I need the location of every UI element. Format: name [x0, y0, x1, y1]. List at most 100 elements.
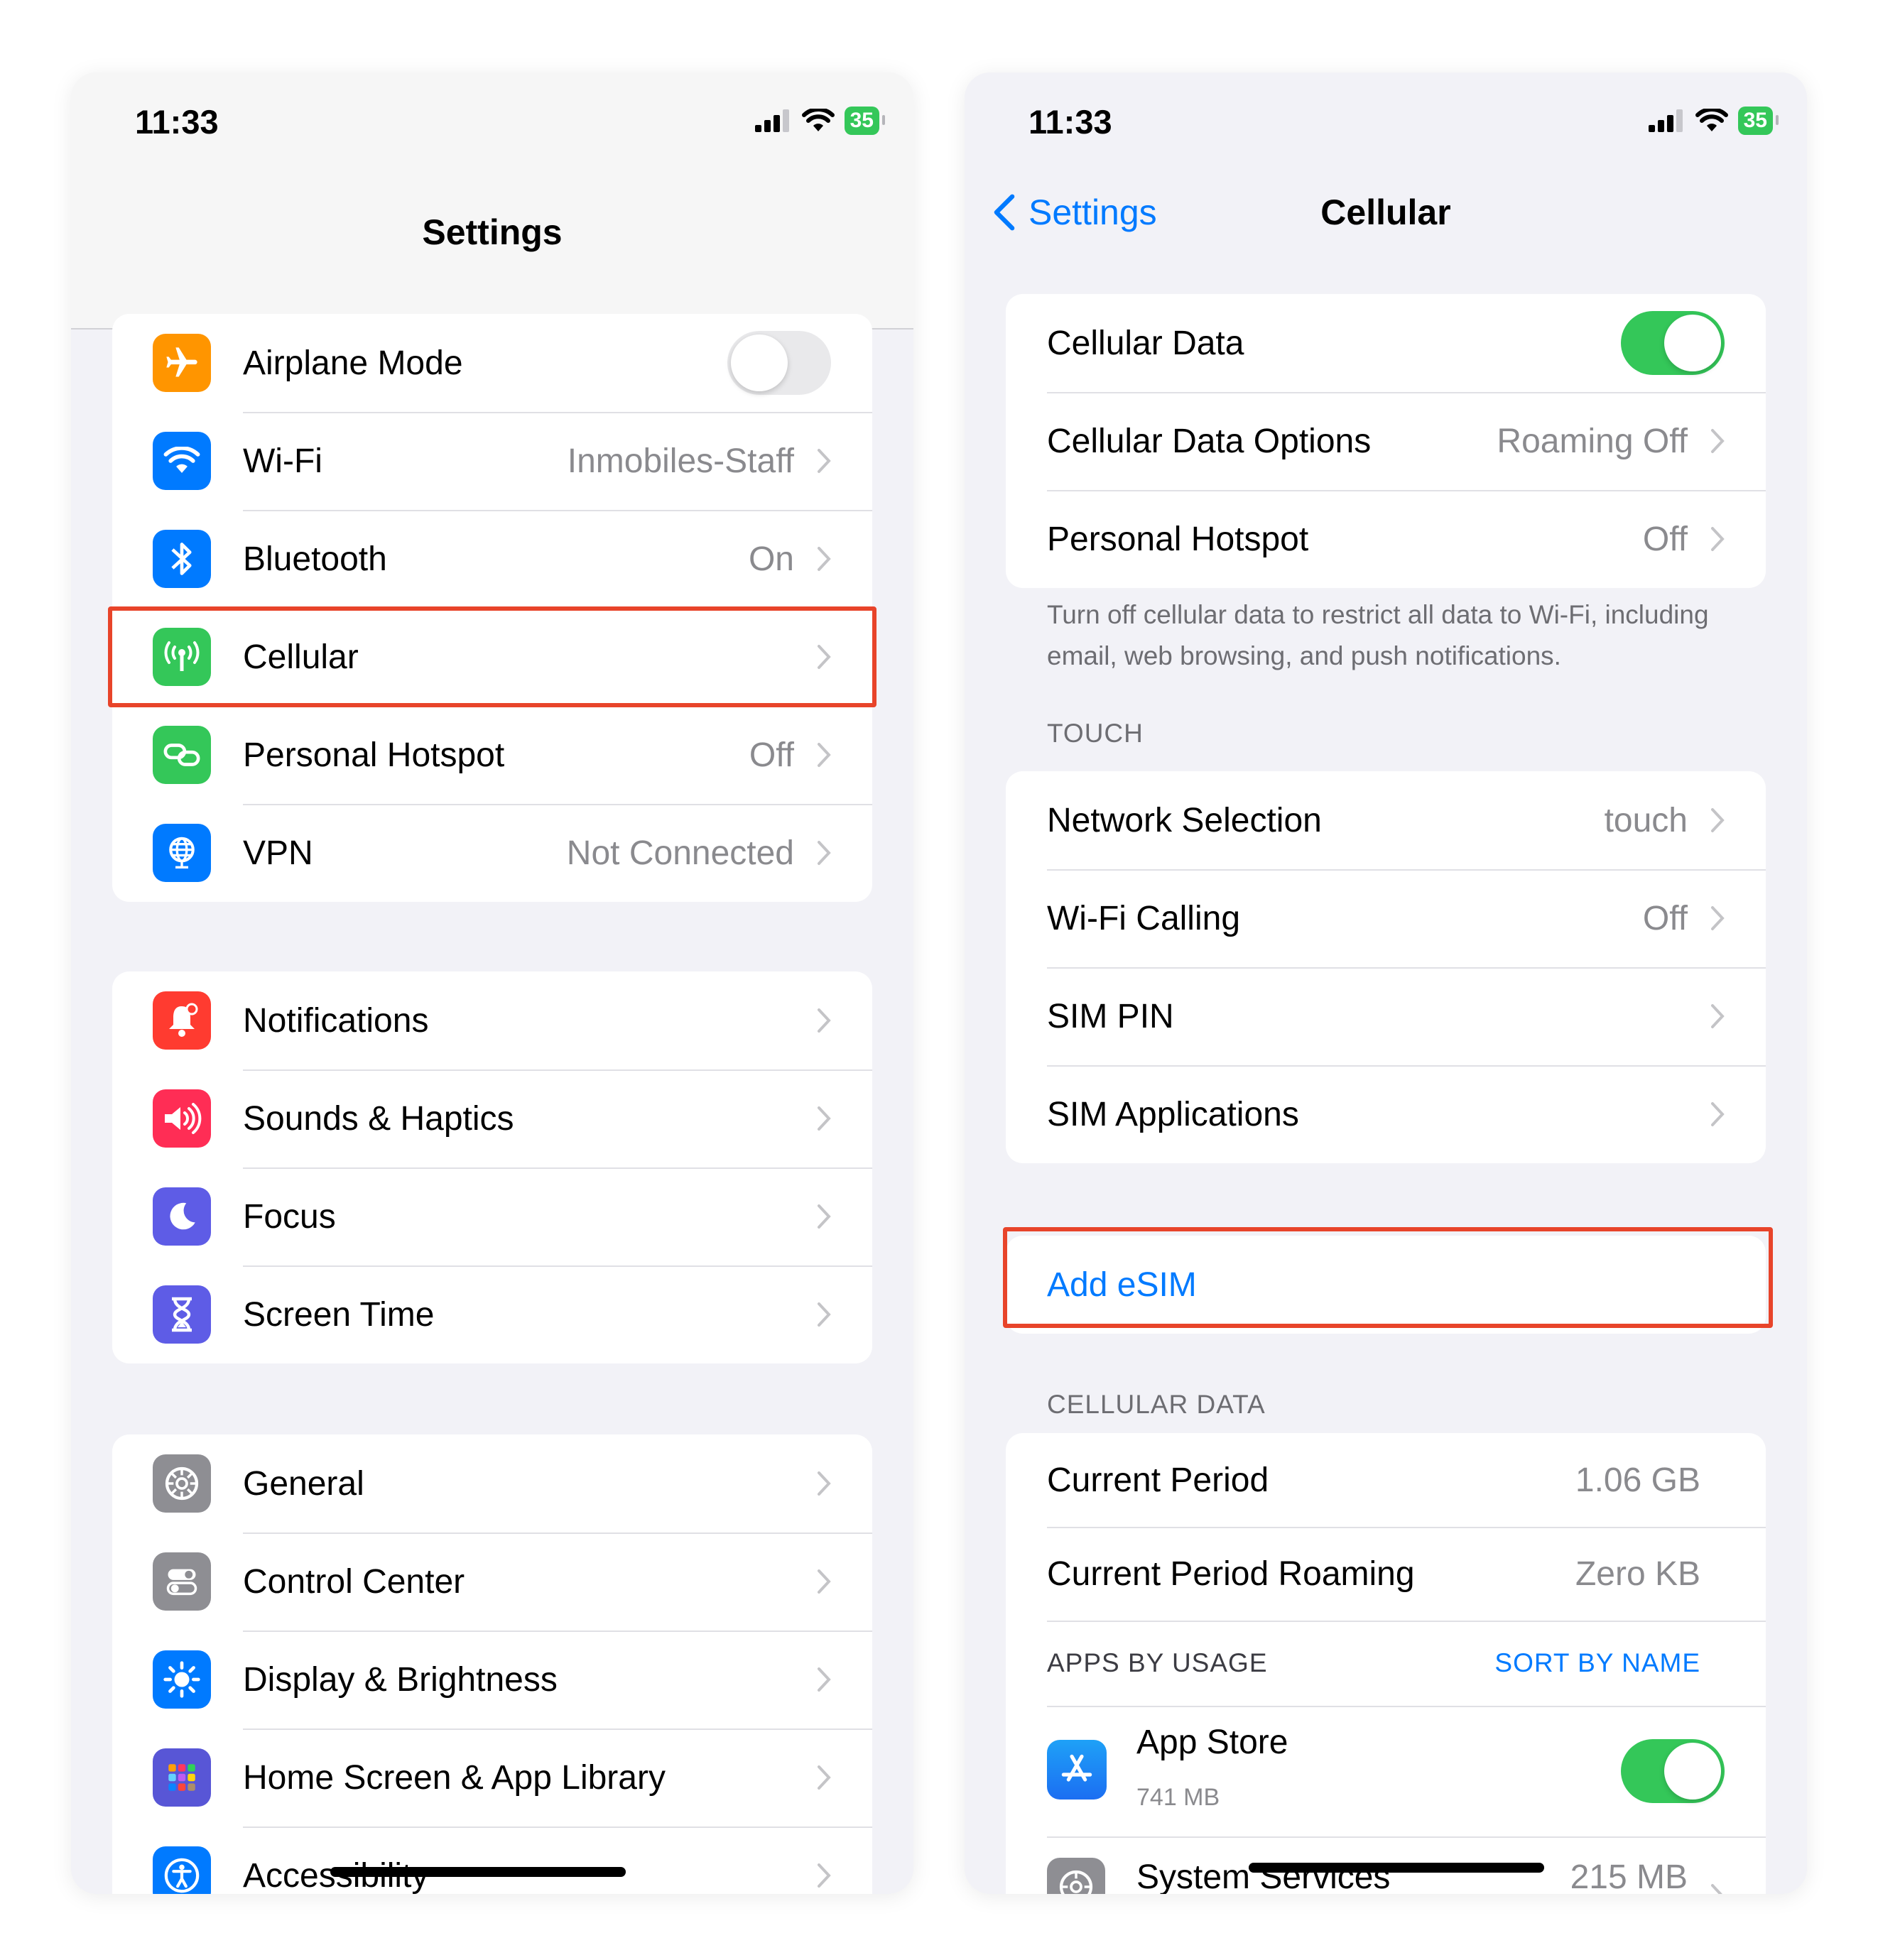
cellular-data-group: Cellular Data Cellular Data Options Roam…: [1006, 294, 1766, 588]
row-label: Notifications: [243, 1001, 429, 1040]
status-bar: 11:33 35: [71, 72, 913, 172]
toggle-knob: [1664, 315, 1721, 371]
chevron-right-icon: [818, 1008, 831, 1033]
row-label: Personal Hotspot: [243, 736, 505, 774]
row-label: Network Selection: [1047, 801, 1322, 839]
personal-hotspot-row[interactable]: Personal Hotspot Off: [112, 706, 872, 804]
chevron-right-icon: [1711, 808, 1725, 832]
gear-icon: [1047, 1858, 1105, 1894]
row-label: Cellular Data: [1047, 324, 1244, 362]
cellular-data-footnote: Turn off cellular data to restrict all d…: [1047, 600, 1709, 670]
row-label: Cellular Data Options: [1047, 422, 1372, 460]
row-label: Screen Time: [243, 1295, 435, 1334]
status-icons: 35: [1648, 107, 1779, 135]
signal-icon: [754, 109, 789, 132]
row-label: Personal Hotspot: [1047, 520, 1309, 558]
usage-group: Current Period 1.06 GB Current Period Ro…: [1006, 1433, 1766, 1894]
chevron-right-icon: [1711, 1004, 1725, 1028]
chevron-right-icon: [1711, 1884, 1722, 1894]
row-label: Bluetooth: [243, 540, 387, 578]
chevron-right-icon: [818, 1667, 831, 1692]
app-store-cellular-toggle[interactable]: [1621, 1739, 1725, 1803]
sounds-haptics-row[interactable]: Sounds & Haptics: [112, 1069, 872, 1167]
control-center-row[interactable]: Control Center: [112, 1532, 872, 1630]
current-period-roaming-row: Current Period Roaming Zero KB: [1006, 1527, 1766, 1621]
settings-screen: 11:33 35 Settings Airplane Mode Wi-Fi In…: [71, 72, 913, 1894]
wifi-status-icon: [801, 109, 835, 131]
screen-time-row[interactable]: Screen Time: [112, 1265, 872, 1363]
general-row[interactable]: General: [112, 1434, 872, 1532]
add-esim-button[interactable]: Add eSIM: [1047, 1265, 1197, 1305]
general-group: General Control Center Display & Brightn…: [112, 1434, 872, 1894]
chevron-right-icon: [818, 645, 831, 669]
row-label: Focus: [243, 1197, 336, 1236]
row-label: Wi-Fi: [243, 442, 322, 480]
focus-row[interactable]: Focus: [112, 1167, 872, 1265]
notifications-group: Notifications Sounds & Haptics Focus Scr…: [112, 971, 872, 1363]
app-data-size: 215 MB: [1570, 1858, 1688, 1894]
battery-indicator: 35: [844, 107, 886, 135]
battery-indicator: 35: [1737, 107, 1779, 135]
cellular-row[interactable]: Cellular: [112, 608, 872, 706]
status-bar: 11:33 35: [965, 72, 1807, 172]
row-label: Control Center: [243, 1562, 465, 1601]
row-label: Display & Brightness: [243, 1660, 558, 1699]
cellular-data-row: Cellular Data: [1006, 294, 1766, 392]
sort-by-name-button[interactable]: SORT BY NAME: [1494, 1648, 1700, 1678]
home-indicator: [330, 1867, 626, 1877]
row-label: Airplane Mode: [243, 344, 463, 382]
row-value: 1.06 GB: [1575, 1461, 1700, 1499]
row-label: Home Screen & App Library: [243, 1758, 666, 1797]
display-brightness-row[interactable]: Display & Brightness: [112, 1630, 872, 1728]
bluetooth-row[interactable]: Bluetooth On: [112, 510, 872, 608]
airplane-mode-toggle[interactable]: [727, 331, 831, 395]
row-value: Off: [1642, 899, 1688, 937]
carrier-section-header: TOUCH: [1047, 719, 1144, 748]
chevron-right-icon: [1711, 1102, 1725, 1126]
row-value: On: [748, 540, 794, 578]
bluetooth-icon: [153, 530, 211, 588]
row-value: Roaming Off: [1497, 422, 1688, 460]
apps-by-usage-label: APPS BY USAGE: [1047, 1648, 1268, 1677]
add-esim-group: Add eSIM: [1006, 1236, 1766, 1334]
wifi-row[interactable]: Wi-Fi Inmobiles-Staff: [112, 412, 872, 510]
row-label: Current Period Roaming: [1047, 1555, 1415, 1593]
toggles-icon: [153, 1552, 211, 1611]
carrier-group: Network Selection touch Wi-Fi Calling Of…: [1006, 771, 1766, 1163]
vpn-row[interactable]: VPN Not Connected: [112, 804, 872, 902]
chevron-right-icon: [818, 1204, 831, 1229]
add-esim-row[interactable]: Add eSIM: [1006, 1236, 1766, 1334]
row-label: General: [243, 1464, 364, 1503]
wifi-calling-row[interactable]: Wi-Fi Calling Off: [1006, 869, 1766, 967]
network-selection-row[interactable]: Network Selection touch: [1006, 771, 1766, 869]
wifi-status-icon: [1695, 109, 1728, 131]
speaker-icon: [153, 1089, 211, 1148]
home-screen-row[interactable]: Home Screen & App Library: [112, 1728, 872, 1826]
cellular-data-options-row[interactable]: Cellular Data Options Roaming Off: [1006, 392, 1766, 490]
cellular-screen: 11:33 35 Settings Cellular Cellular Data: [965, 72, 1807, 1894]
nav-bar: Settings: [71, 172, 913, 330]
signal-icon: [1648, 109, 1683, 132]
chevron-right-icon: [818, 1569, 831, 1594]
notifications-row[interactable]: Notifications: [112, 971, 872, 1069]
chevron-right-icon: [1711, 527, 1725, 551]
row-label: Wi-Fi Calling: [1047, 899, 1241, 937]
app-name: App Store: [1136, 1724, 1288, 1761]
chevron-right-icon: [1711, 429, 1725, 453]
sim-applications-row[interactable]: SIM Applications: [1006, 1065, 1766, 1163]
airplane-icon: [153, 334, 211, 392]
chevron-right-icon: [818, 841, 831, 865]
chevron-right-icon: [818, 1302, 831, 1327]
row-label: Sounds & Haptics: [243, 1099, 514, 1138]
personal-hotspot-row[interactable]: Personal Hotspot Off: [1006, 490, 1766, 588]
status-time: 11:33: [135, 103, 219, 141]
chevron-right-icon: [818, 1765, 831, 1790]
row-value: Inmobiles-Staff: [567, 442, 794, 480]
chevron-right-icon: [818, 547, 831, 571]
cellular-data-toggle[interactable]: [1621, 311, 1725, 375]
chevron-right-icon: [818, 743, 831, 767]
row-value: Off: [1642, 520, 1688, 558]
accessibility-row[interactable]: Accessibility: [112, 1826, 872, 1894]
row-label: Current Period: [1047, 1461, 1269, 1499]
sim-pin-row[interactable]: SIM PIN: [1006, 967, 1766, 1065]
